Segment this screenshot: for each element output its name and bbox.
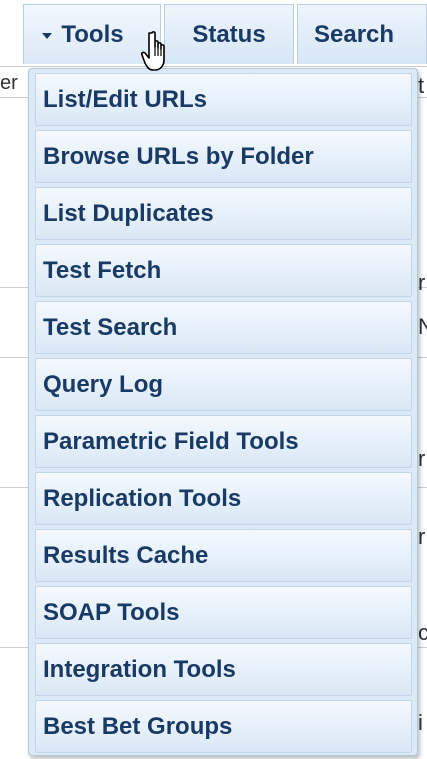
menu-item-label: Test Fetch <box>43 256 162 284</box>
tab-status[interactable]: Status <box>164 4 294 64</box>
bg-text-fragment: i <box>418 710 423 735</box>
menu-item-results-cache[interactable]: Results Cache <box>35 529 412 582</box>
bg-text-fragment: r <box>418 446 426 471</box>
tab-status-label: Status <box>192 20 266 48</box>
menu-item-best-bet-groups[interactable]: Best Bet Groups <box>35 700 412 753</box>
menu-item-list-edit-urls[interactable]: List/Edit URLs <box>35 73 412 126</box>
screenshot-stage: er t r N r r c i Tools Status Search Lis… <box>0 0 427 759</box>
menu-item-soap-tools[interactable]: SOAP Tools <box>35 586 412 639</box>
menu-item-list-duplicates[interactable]: List Duplicates <box>35 187 412 240</box>
tab-search-label: Search <box>314 20 395 48</box>
tab-tools-label: Tools <box>61 20 124 48</box>
menu-item-label: Test Search <box>43 313 178 341</box>
menu-item-replication-tools[interactable]: Replication Tools <box>35 472 412 525</box>
menu-item-test-search[interactable]: Test Search <box>35 301 412 354</box>
bg-text-fragment: t <box>418 73 425 98</box>
menu-item-label: Replication Tools <box>43 484 242 512</box>
menu-item-parametric-field-tools[interactable]: Parametric Field Tools <box>35 415 412 468</box>
bg-text-fragment: N <box>418 314 427 339</box>
menu-item-label: Best Bet Groups <box>43 712 233 740</box>
tab-tools[interactable]: Tools <box>23 4 161 64</box>
bg-text-fragment: er <box>0 72 18 94</box>
menu-item-integration-tools[interactable]: Integration Tools <box>35 643 412 696</box>
bg-text-fragment: c <box>418 620 427 645</box>
menu-item-label: Parametric Field Tools <box>43 427 299 455</box>
menu-item-browse-urls-by-folder[interactable]: Browse URLs by Folder <box>35 130 412 183</box>
menu-bar: Tools Status Search <box>0 0 427 67</box>
menu-item-label: Integration Tools <box>43 655 236 683</box>
menu-item-label: Results Cache <box>43 541 209 569</box>
caret-down-icon <box>42 32 53 39</box>
menu-item-label: Browse URLs by Folder <box>43 142 314 170</box>
tools-dropdown-menu: List/Edit URLs Browse URLs by Folder Lis… <box>28 68 418 756</box>
menu-item-label: Query Log <box>43 370 164 398</box>
menu-item-test-fetch[interactable]: Test Fetch <box>35 244 412 297</box>
menu-item-label: List Duplicates <box>43 199 214 227</box>
tab-search[interactable]: Search <box>297 4 427 64</box>
menu-item-label: SOAP Tools <box>43 598 180 626</box>
menu-item-label: List/Edit URLs <box>43 85 208 113</box>
bg-text-fragment: r <box>418 270 426 295</box>
menu-item-query-log[interactable]: Query Log <box>35 358 412 411</box>
bg-text-fragment: r <box>418 524 426 549</box>
